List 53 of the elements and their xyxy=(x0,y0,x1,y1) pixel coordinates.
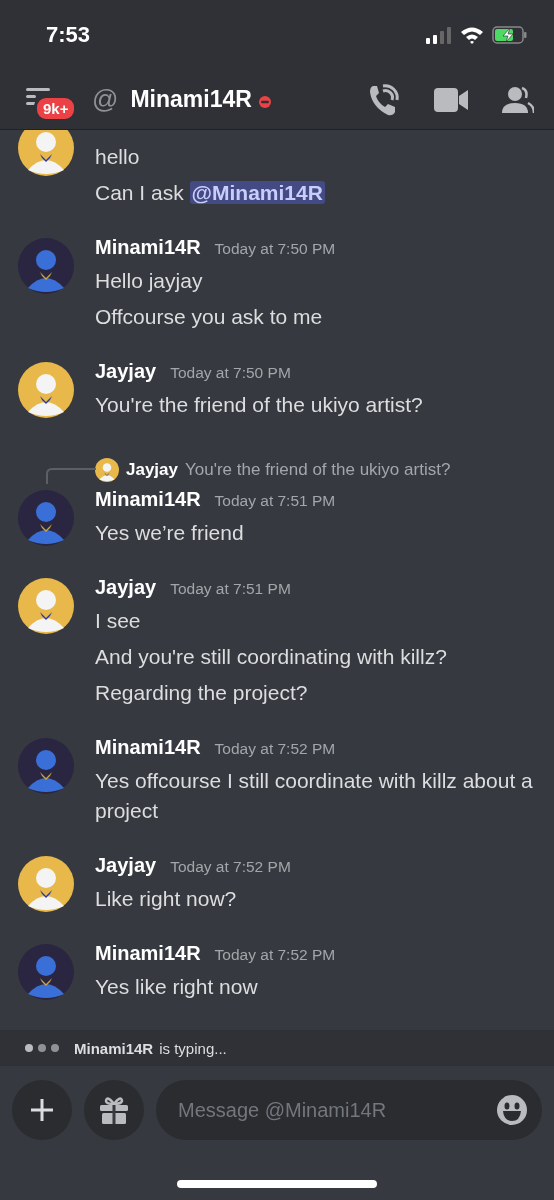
battery-icon xyxy=(492,26,528,44)
reply-text[interactable]: You're the friend of the ukiyo artist? xyxy=(185,460,451,480)
message-text: hello xyxy=(95,144,141,170)
gift-icon xyxy=(99,1095,129,1125)
message-text: You're the friend of the ukiyo artist? xyxy=(95,392,424,418)
author-name[interactable]: Jayjay xyxy=(95,576,157,599)
status-icon xyxy=(257,94,272,109)
message-text: Yes we’re friend xyxy=(95,520,245,546)
wifi-icon xyxy=(460,26,484,44)
message-input[interactable]: Message @Minami14R xyxy=(176,1097,496,1123)
avatar-icon[interactable] xyxy=(95,458,119,482)
avatar-icon[interactable] xyxy=(18,362,74,418)
message-text: Yes like right now xyxy=(95,974,259,1000)
message-text: And you're still coordinating with killz? xyxy=(95,644,448,670)
author-name[interactable]: Minami14R xyxy=(95,236,201,259)
message-field[interactable]: Message @Minami14R xyxy=(156,1080,542,1140)
author-name[interactable]: Jayjay xyxy=(95,854,157,877)
user-mention[interactable]: @Minami14R xyxy=(189,181,325,204)
author-name[interactable]: Minami14R xyxy=(95,736,201,759)
message-text: I see xyxy=(95,608,142,634)
timestamp: Today at 7:52 PM xyxy=(214,740,336,758)
timestamp: Today at 7:52 PM xyxy=(170,858,291,876)
reply-author[interactable]: Jayjay xyxy=(126,460,178,480)
phone-call-icon[interactable] xyxy=(368,82,400,117)
timestamp: Today at 7:50 PM xyxy=(214,240,336,258)
typing-user: Minami14R xyxy=(74,1039,154,1057)
timestamp: Today at 7:52 PM xyxy=(214,946,336,964)
message-text: Yes offcourse I still coordinate with killz about a project xyxy=(95,768,534,824)
message-text: Can I ask @Minami14R xyxy=(95,180,326,206)
message-text: Offcourse you ask to me xyxy=(95,304,324,330)
avatar-icon[interactable] xyxy=(18,578,74,634)
channel-title: Minami14R xyxy=(130,86,252,113)
emoji-icon[interactable] xyxy=(496,1094,528,1126)
at-sign: @ xyxy=(92,84,119,115)
author-name[interactable]: Minami14R xyxy=(95,942,201,965)
clock-time: 7:53 xyxy=(46,22,91,48)
signal-icon xyxy=(426,26,452,44)
reply-connector xyxy=(46,468,96,484)
avatar-icon[interactable] xyxy=(18,130,74,176)
message-text: Regarding the project? xyxy=(95,680,309,706)
members-icon[interactable] xyxy=(502,85,534,114)
author-name[interactable]: Jayjay xyxy=(95,360,157,383)
video-camera-icon[interactable] xyxy=(434,87,468,112)
timestamp: Today at 7:51 PM xyxy=(170,580,291,598)
menu-icon xyxy=(26,86,50,105)
message-text: Hello jayjay xyxy=(95,268,204,294)
typing-status: is typing... xyxy=(159,1039,227,1057)
timestamp: Today at 7:50 PM xyxy=(170,364,291,382)
plus-icon xyxy=(31,1099,53,1121)
author-name[interactable]: Minami14R xyxy=(95,488,201,511)
avatar-icon[interactable] xyxy=(18,856,74,912)
message-text: Like right now? xyxy=(95,886,238,912)
timestamp: Today at 7:51 PM xyxy=(214,492,336,510)
